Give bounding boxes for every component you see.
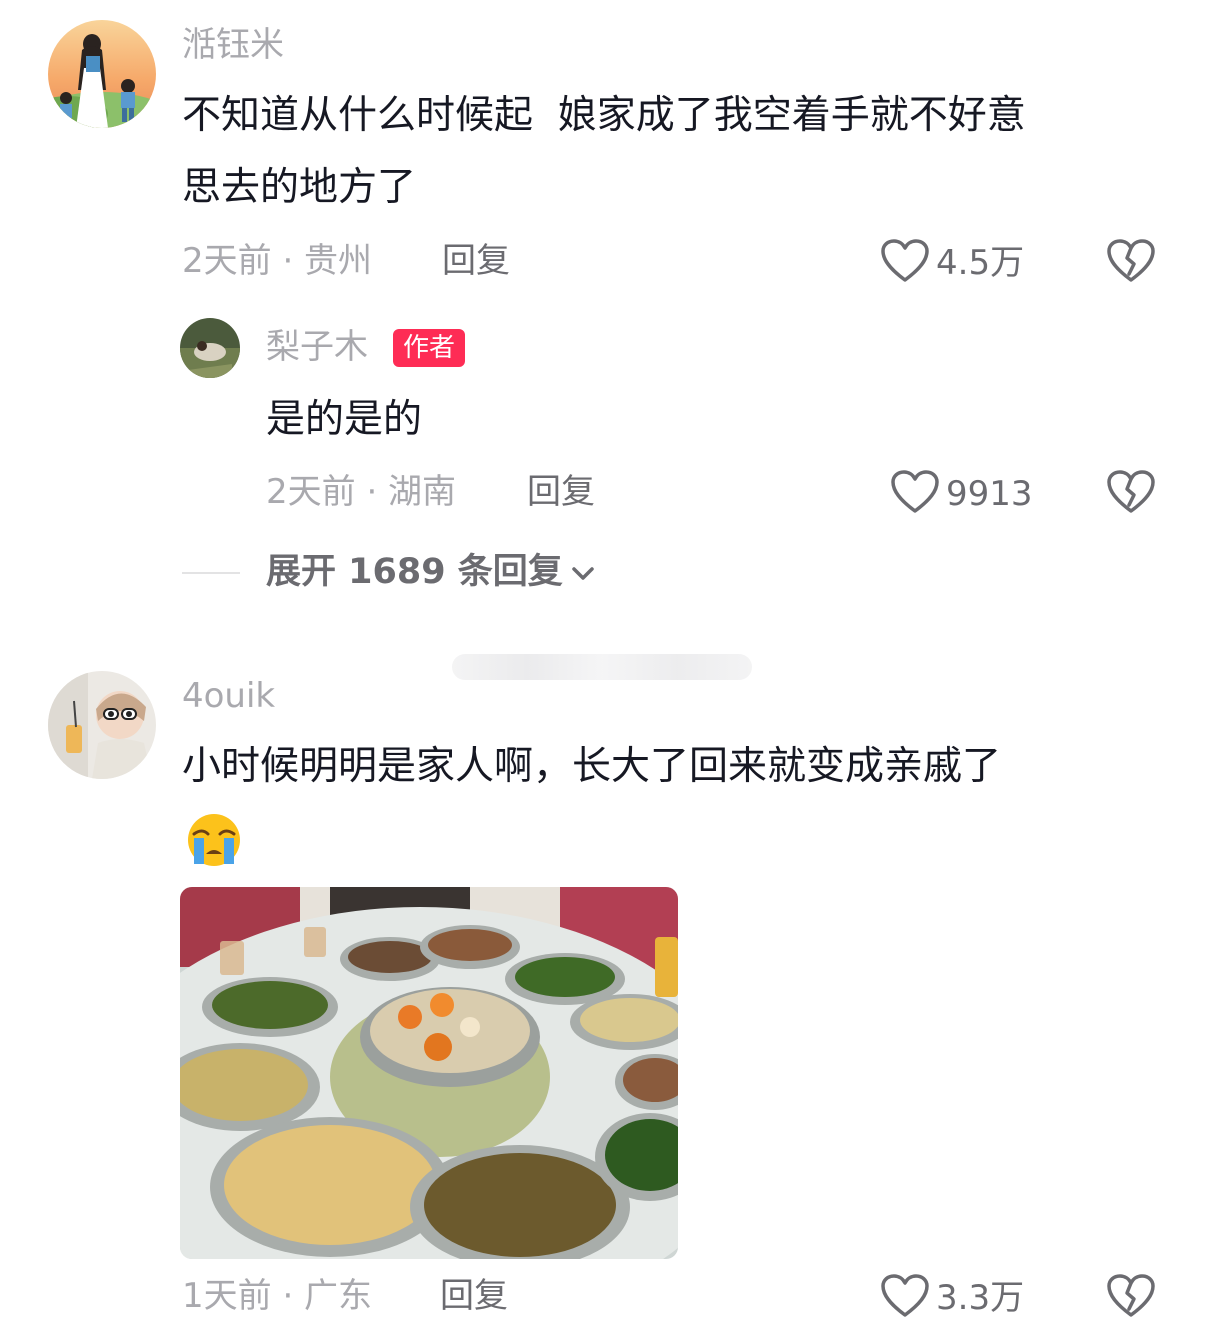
watermark xyxy=(452,654,752,680)
username[interactable]: 湉钰米 xyxy=(182,28,284,62)
comment-text-line: 不知道从什么时候起 娘家成了我空着手就不好意 xyxy=(182,93,1026,138)
reply-text: 是的是的 xyxy=(266,397,423,442)
comment-time-location: 1天前 · 广东 xyxy=(182,1276,373,1316)
like-count: 3.3万 xyxy=(936,1278,1025,1318)
reply-time-location: 2天前 · 湖南 xyxy=(266,472,457,512)
avatar[interactable] xyxy=(48,671,156,779)
username[interactable]: 4ouik xyxy=(182,679,275,713)
avatar[interactable] xyxy=(180,318,240,378)
dislike-button[interactable] xyxy=(1106,238,1156,288)
heart-outline-icon xyxy=(890,469,940,519)
avatar[interactable] xyxy=(48,20,156,128)
chevron-down-icon xyxy=(569,563,597,583)
comment-text: 小时候明明是家人啊，长大了回来就变成亲戚了 xyxy=(182,744,1002,789)
username[interactable]: 梨子木 xyxy=(266,330,368,364)
heart-outline-icon xyxy=(880,1273,930,1323)
reply-button[interactable]: 回复 xyxy=(440,1279,508,1313)
broken-heart-icon xyxy=(1106,470,1156,519)
like-button[interactable]: 3.3万 xyxy=(880,1273,1024,1323)
author-badge: 作者 xyxy=(393,329,466,367)
reply-button[interactable]: 回复 xyxy=(442,244,510,278)
broken-heart-icon xyxy=(1106,1274,1156,1323)
heart-outline-icon xyxy=(880,238,930,288)
expand-replies-button[interactable]: 展开 1689 条回复 xyxy=(182,555,597,590)
like-button[interactable]: 9913 xyxy=(890,469,1033,519)
comment-time-location: 2天前 · 贵州 xyxy=(182,241,373,281)
like-count: 4.5万 xyxy=(936,243,1025,283)
loudly-crying-emoji xyxy=(184,812,244,872)
reply-button[interactable]: 回复 xyxy=(527,475,595,509)
broken-heart-icon xyxy=(1106,239,1156,288)
like-button[interactable]: 4.5万 xyxy=(880,238,1024,288)
like-count: 9913 xyxy=(946,474,1033,514)
expand-replies-label: 展开 1689 条回复 xyxy=(266,552,563,592)
dislike-button[interactable] xyxy=(1106,469,1156,519)
divider xyxy=(182,571,240,574)
comment-image[interactable] xyxy=(180,887,678,1259)
comment-text: 不知道从什么时候起 娘家成了我空着手就不好意 思去的地方了 xyxy=(182,80,1172,224)
dislike-button[interactable] xyxy=(1106,1273,1156,1323)
comment-text-line: 思去的地方了 xyxy=(182,165,417,210)
